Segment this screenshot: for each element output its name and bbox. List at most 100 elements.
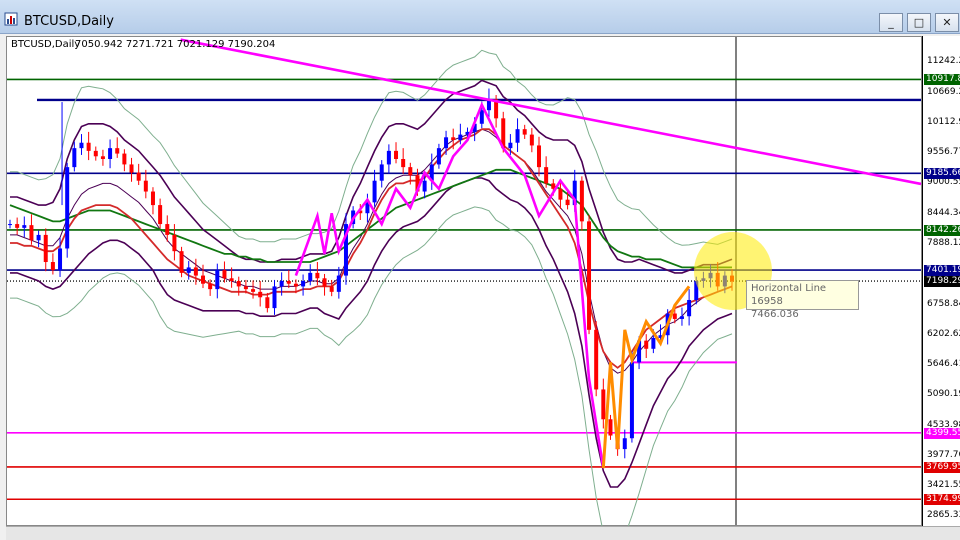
price-tick-label: 8444.340 (927, 207, 960, 218)
candle-body (243, 286, 248, 290)
horizontal-line-price-label: 3174.99 (924, 494, 960, 506)
candle-body (143, 180, 148, 192)
candle-body (108, 148, 113, 159)
candle-body (72, 148, 77, 168)
candlestick-chart[interactable] (0, 0, 922, 526)
candle-body (100, 156, 105, 159)
candle-body (601, 389, 606, 420)
candle-body (336, 275, 341, 292)
candle-body (122, 153, 127, 165)
candle-body (386, 150, 391, 165)
horizontal-line-price-label: 10917.8 (924, 74, 960, 86)
candle-body (594, 329, 599, 390)
candle-body (536, 145, 541, 168)
candle-body (579, 180, 584, 222)
tooltip-object-value: 7466.036 (751, 309, 799, 320)
price-tick-label: 3977.765 (927, 449, 960, 460)
candle-body (401, 159, 406, 168)
candle-body (422, 180, 427, 192)
candle-body (172, 234, 177, 252)
price-tick-label: 2865.335 (927, 510, 960, 521)
candle-body (529, 134, 534, 146)
candle-body (86, 142, 91, 151)
price-tick-label: 5646.410 (927, 359, 960, 370)
candle-body (136, 172, 141, 181)
candle-body (50, 262, 55, 271)
horizontal-line-price-label: 8142.26 (924, 224, 960, 236)
candle-body (58, 248, 63, 271)
candle-body (644, 340, 649, 349)
candle-body (8, 224, 12, 226)
chart-symbol-label: BTCUSD,Daily (11, 39, 81, 50)
candle-body (308, 272, 313, 281)
candle-body (265, 297, 270, 309)
candle-body (158, 205, 163, 225)
candle-body (315, 272, 320, 279)
price-tick-label: 3421.550 (927, 479, 960, 490)
candle-body (458, 134, 463, 141)
candle-body (629, 362, 634, 439)
price-tick-label: 6758.840 (927, 298, 960, 309)
close-icon: ✕ (942, 16, 952, 29)
price-tick-label: 11242.2 (927, 55, 960, 66)
price-tick-label: 10112.9 (927, 117, 960, 128)
candle-body (408, 167, 413, 176)
candle-body (208, 283, 213, 290)
candle-body (79, 142, 84, 149)
candle-body (229, 278, 234, 281)
candle-body (279, 281, 284, 287)
descending-trendline (180, 38, 922, 186)
horizontal-line-price-label: 9185.66 (924, 168, 960, 180)
price-tick-label: 7888.125 (927, 237, 960, 248)
horizontal-line-price-label: 3769.95 (924, 461, 960, 473)
candle-body (651, 337, 656, 349)
candle-body (558, 188, 563, 200)
candle-body (93, 150, 98, 157)
candle-body (43, 234, 48, 263)
candle-body (236, 281, 241, 287)
candle-body (179, 251, 184, 273)
horizontal-line-price-label: 7198.29 (924, 276, 960, 288)
chart-ohlc-label: 7050.942 7271.721 7021.129 7190.204 (75, 39, 276, 50)
candle-body (193, 267, 198, 276)
candle-body (301, 281, 306, 287)
horizontal-line-price-label: 4399.55 (924, 427, 960, 439)
candle-body (508, 142, 513, 149)
candle-body (444, 137, 449, 149)
candle-body (115, 148, 120, 154)
candle-body (679, 316, 684, 319)
candle-body (22, 225, 27, 228)
chart-window: BTCUSD,Daily _ □ ✕ 11242.210669.210112.9… (0, 0, 960, 540)
candle-body (293, 283, 298, 287)
candle-body (451, 137, 456, 141)
chart-scrollbar[interactable] (6, 526, 960, 540)
price-axis[interactable]: 11242.210669.210112.99556.7709000.555844… (922, 36, 960, 526)
price-tick-label: 6202.625 (927, 329, 960, 340)
candle-body (186, 267, 191, 273)
candle-body (608, 419, 613, 436)
candle-body (322, 278, 327, 287)
moving-average-green (9, 168, 732, 269)
object-tooltip: Horizontal Line 16958 7466.036 (746, 280, 859, 320)
candle-body (65, 167, 70, 249)
candle-body (201, 275, 206, 284)
candle-body (544, 167, 549, 184)
candle-body (165, 224, 170, 235)
candle-body (565, 199, 570, 206)
candle-body (36, 234, 41, 241)
candle-body (672, 313, 677, 319)
candle-body (286, 281, 291, 284)
upper-band (10, 79, 733, 274)
price-tick-label: 5090.195 (927, 389, 960, 400)
candle-body (436, 148, 441, 165)
candle-body (29, 225, 34, 241)
candle-body (372, 180, 377, 203)
candle-body (587, 221, 592, 330)
magenta-wave-drawing (294, 101, 605, 469)
candle-body (515, 129, 520, 143)
candle-body (272, 286, 277, 309)
candle-body (222, 270, 227, 279)
candle-body (215, 270, 220, 290)
horizontal-line-price-label: 7401.19 (924, 265, 960, 277)
close-button[interactable]: ✕ (935, 13, 959, 32)
